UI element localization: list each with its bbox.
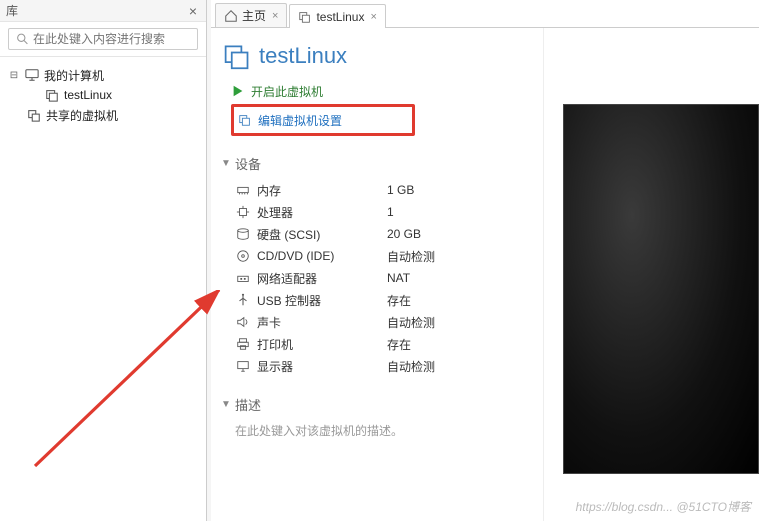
description-header[interactable]: ▼ 描述 [221, 395, 543, 414]
sidebar-search [0, 22, 206, 57]
device-row[interactable]: USB 控制器存在 [235, 289, 543, 311]
usb-icon [235, 292, 251, 308]
tab-testlinux[interactable]: testLinux × [289, 4, 385, 28]
device-row[interactable]: 网络适配器NAT [235, 267, 543, 289]
device-value: 1 GB [387, 183, 414, 197]
power-on-vm-link[interactable]: 开启此虚拟机 [231, 80, 543, 102]
device-row[interactable]: 打印机存在 [235, 333, 543, 355]
vm-large-icon [223, 42, 251, 70]
device-row[interactable]: 显示器自动检测 [235, 355, 543, 377]
device-name: 内存 [257, 182, 387, 199]
device-value: 20 GB [387, 227, 421, 241]
tree-node-shared-vms[interactable]: 共享的虚拟机 [0, 105, 206, 125]
edit-settings-highlight-box: 编辑虚拟机设置 [231, 104, 415, 136]
device-row[interactable]: 声卡自动检测 [235, 311, 543, 333]
vm-title: testLinux [259, 43, 347, 69]
shared-vm-icon [26, 107, 42, 123]
memory-icon [235, 182, 251, 198]
home-icon [224, 9, 238, 23]
device-name: USB 控制器 [257, 292, 387, 309]
vm-icon [298, 10, 312, 24]
description-placeholder[interactable]: 在此处键入对该虚拟机的描述。 [235, 422, 543, 439]
cd-icon [235, 248, 251, 264]
sidebar-header: 库 × [0, 0, 206, 22]
sidebar-title: 库 [6, 2, 186, 19]
devices-header[interactable]: ▼ 设备 [221, 154, 543, 173]
action-label: 编辑虚拟机设置 [258, 112, 342, 129]
vm-summary-right [543, 28, 759, 521]
cpu-icon [235, 204, 251, 220]
chevron-down-icon: ▼ [221, 158, 231, 169]
device-value: 存在 [387, 292, 411, 309]
network-icon [235, 270, 251, 286]
device-value: 存在 [387, 336, 411, 353]
settings-icon [238, 113, 252, 127]
vm-screen-preview[interactable] [563, 104, 759, 474]
tree-label: testLinux [64, 88, 112, 102]
tab-close-icon[interactable]: × [272, 10, 278, 22]
devices-table: 内存1 GB处理器1硬盘 (SCSI)20 GBCD/DVD (IDE)自动检测… [235, 179, 543, 377]
device-row[interactable]: 硬盘 (SCSI)20 GB [235, 223, 543, 245]
vm-title-row: testLinux [223, 42, 543, 70]
vm-summary-content: testLinux 开启此虚拟机 编辑虚拟机设置 [211, 28, 759, 521]
computer-icon [24, 67, 40, 83]
display-icon [235, 358, 251, 374]
devices-section: ▼ 设备 内存1 GB处理器1硬盘 (SCSI)20 GBCD/DVD (IDE… [221, 154, 543, 377]
tree-node-my-computer[interactable]: ⊟ 我的计算机 [0, 65, 206, 85]
vm-summary-left: testLinux 开启此虚拟机 编辑虚拟机设置 [211, 28, 543, 521]
tab-close-icon[interactable]: × [370, 11, 376, 23]
expand-toggle-icon[interactable]: ⊟ [8, 70, 20, 81]
chevron-down-icon: ▼ [221, 399, 231, 410]
library-sidebar: 库 × ⊟ 我的计算机 testLinux 共享的虚拟机 [0, 0, 207, 521]
search-input[interactable] [8, 28, 198, 50]
watermark-text: https://blog.csdn... @51CTO博客 [576, 498, 751, 515]
tab-label: 主页 [242, 7, 266, 24]
sound-icon [235, 314, 251, 330]
action-label: 开启此虚拟机 [251, 83, 323, 100]
library-tree: ⊟ 我的计算机 testLinux 共享的虚拟机 [0, 57, 206, 521]
section-title: 设备 [235, 154, 261, 173]
device-name: 声卡 [257, 314, 387, 331]
device-name: 处理器 [257, 204, 387, 221]
device-name: 打印机 [257, 336, 387, 353]
disk-icon [235, 226, 251, 242]
tree-label: 我的计算机 [44, 67, 104, 84]
tab-label: testLinux [316, 10, 364, 24]
device-row[interactable]: 内存1 GB [235, 179, 543, 201]
section-title: 描述 [235, 395, 261, 414]
vm-icon [44, 87, 60, 103]
printer-icon [235, 336, 251, 352]
tab-home[interactable]: 主页 × [215, 3, 287, 27]
device-value: NAT [387, 271, 410, 285]
vm-actions: 开启此虚拟机 编辑虚拟机设置 [231, 80, 543, 136]
main-area: 主页 × testLinux × testLinux 开启此虚拟机 [211, 0, 759, 521]
device-value: 自动检测 [387, 358, 435, 375]
device-row[interactable]: CD/DVD (IDE)自动检测 [235, 245, 543, 267]
tree-label: 共享的虚拟机 [46, 107, 118, 124]
search-icon [16, 33, 29, 46]
device-value: 自动检测 [387, 248, 435, 265]
device-value: 1 [387, 205, 394, 219]
device-name: 显示器 [257, 358, 387, 375]
sidebar-close-button[interactable]: × [186, 4, 200, 18]
device-row[interactable]: 处理器1 [235, 201, 543, 223]
description-section: ▼ 描述 在此处键入对该虚拟机的描述。 [221, 395, 543, 439]
play-icon [231, 84, 245, 98]
device-name: CD/DVD (IDE) [257, 249, 387, 263]
edit-vm-settings-link[interactable]: 编辑虚拟机设置 [238, 109, 342, 131]
device-name: 网络适配器 [257, 270, 387, 287]
device-value: 自动检测 [387, 314, 435, 331]
tab-bar: 主页 × testLinux × [211, 0, 759, 28]
device-name: 硬盘 (SCSI) [257, 226, 387, 243]
tree-node-vm-testlinux[interactable]: testLinux [0, 85, 206, 105]
